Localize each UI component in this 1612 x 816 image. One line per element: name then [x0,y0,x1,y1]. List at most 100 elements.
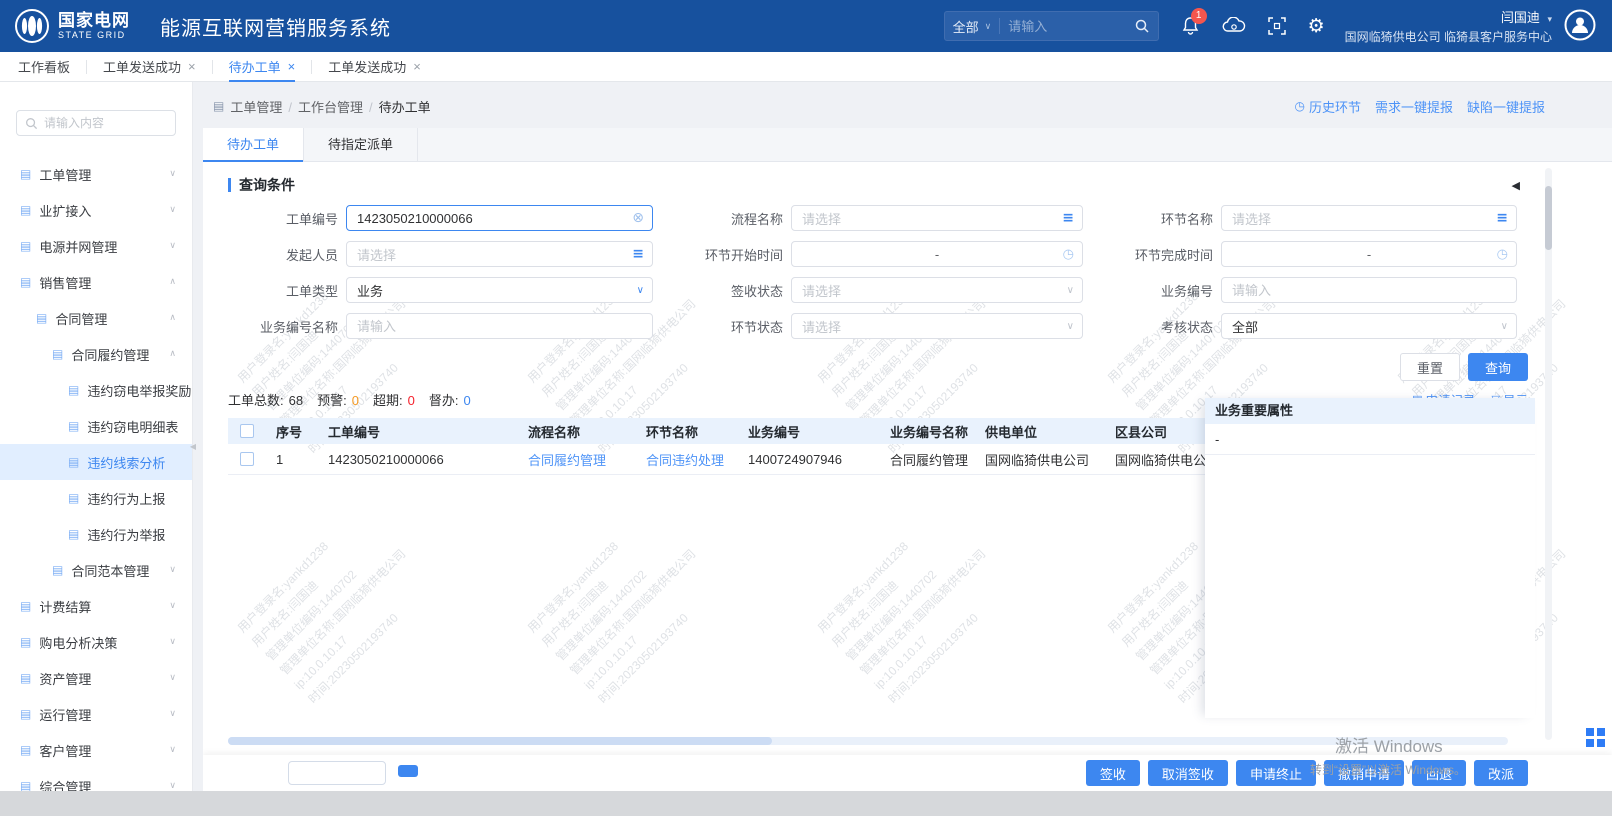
sidebar-item[interactable]: ▤ 业扩接入 ∨ [0,192,192,228]
step-status-select[interactable]: 请选择 ∨ [791,313,1083,339]
sidebar-item[interactable]: ▤ 合同范本管理 ∨ [0,552,192,588]
close-icon[interactable]: × [413,59,421,74]
vertical-scrollbar-thumb[interactable] [1545,186,1552,250]
quick-link[interactable]: ◷ 历史环节 [1294,97,1361,116]
user-menu[interactable]: 闫国迪 ▾ [1345,7,1552,26]
top-tab[interactable]: 工单发送成功 × [328,52,421,82]
collapse-icon[interactable]: ◀ [1512,179,1520,192]
tab-assign-orders[interactable]: 待指定派单 [304,128,419,162]
order-type-select[interactable]: 业务 ∨ [346,277,653,303]
business-number-input[interactable] [1221,277,1517,303]
sidebar-search-input[interactable] [44,116,167,130]
row-cell [228,452,266,466]
fullscreen-button[interactable] [1267,17,1286,35]
list-icon[interactable]: ≡ [1496,210,1508,226]
sidebar-item-label: 客户管理 [39,743,92,759]
top-tab[interactable]: 工单发送成功 × [103,52,196,82]
breadcrumb-item[interactable]: 待办工单 [379,100,431,115]
top-tab[interactable]: 待办工单 × [228,52,296,82]
action-button[interactable]: 改派 [1473,760,1528,786]
sidebar-item[interactable]: ▤ 购电分析决策 ∨ [0,624,192,660]
sidebar-search[interactable] [16,110,176,136]
total-count: 68 [288,393,304,408]
search-button[interactable]: 查询 [1467,353,1528,381]
sidebar-item[interactable]: ▤ 电源并网管理 ∨ [0,228,192,264]
sidebar-item-label: 违约线索分析 [87,455,166,471]
top-tab[interactable]: 工作看板 [18,52,70,82]
breadcrumb-item[interactable]: 工作台管理 [298,100,363,115]
assess-status-select[interactable]: 全部 ∨ [1221,313,1517,339]
process-name-link[interactable]: 合同履约管理 [528,453,606,468]
sidebar-item[interactable]: ▤ 违约行为举报 [0,516,192,552]
list-icon[interactable]: ≡ [632,246,644,262]
clock-icon: ◷ [1496,246,1508,262]
sidebar-item[interactable]: ▤ 违约窃电明细表 [0,408,192,444]
sidebar-item[interactable]: ▤ 客户管理 ∨ [0,732,192,768]
business-number-input-field[interactable] [1232,282,1492,298]
sidebar-item[interactable]: ▤ 违约窃电举报奖励 [0,372,192,408]
close-icon[interactable]: × [288,59,296,74]
quick-link[interactable]: 缺陷一键提报 [1467,97,1545,116]
page-size-select[interactable] [288,761,386,785]
step-start-time-picker[interactable]: - ◷ [791,241,1083,267]
horizontal-scrollbar[interactable] [228,737,1508,745]
field-label: 业务编号 [1160,283,1213,299]
document-icon: ▤ [20,743,32,757]
sidebar-menu: ▤ 工单管理 ∨ ▤ 业扩接入 ∨ ▤ 电源并网管理 ∨ ▤ 销售管理 ∧ ▤ 合同管理 ∧ ▤ 合同履约管理 ∧… [0,156,192,804]
quick-link[interactable]: 需求一键提报 [1375,97,1453,116]
list-icon[interactable]: ≡ [1062,210,1074,226]
notification-badge: 1 [1190,8,1207,24]
grid-widget-icon[interactable] [1586,728,1605,747]
avatar-icon [1564,9,1596,40]
sidebar-item[interactable]: ▤ 合同管理 ∧ [0,300,192,336]
step-name-select[interactable]: 请选择 ≡ [1221,205,1517,231]
sidebar-item[interactable]: ▤ 违约行为上报 [0,480,192,516]
search-scope-select[interactable]: 全部 ∨ [953,17,992,36]
breadcrumb-item[interactable]: 工单管理 [230,100,282,115]
reset-button[interactable]: 重置 [1399,353,1460,381]
placeholder-text: 请选择 [802,319,842,335]
action-button[interactable]: 签收 [1085,760,1140,786]
step-finish-time-picker[interactable]: - ◷ [1221,241,1517,267]
close-icon[interactable]: × [188,59,196,74]
business-name-input[interactable] [346,313,653,339]
action-button[interactable]: 申请终止 [1235,760,1316,786]
row-checkbox[interactable] [240,452,254,466]
sidebar-item[interactable]: ▤ 合同履约管理 ∧ [0,336,192,372]
content-tabs: 待办工单 待指定派单 [203,128,1612,162]
tab-pending-orders[interactable]: 待办工单 [203,128,305,162]
table-cell: - [1205,424,1535,455]
avatar[interactable] [1564,9,1596,44]
search-icon[interactable] [1134,18,1150,34]
sidebar-item[interactable]: ▤ 资产管理 ∨ [0,660,192,696]
sidebar-collapse-icon[interactable]: ◀ [190,442,196,451]
initiator-select[interactable]: 请选择 ≡ [346,241,653,267]
horizontal-scrollbar-thumb[interactable] [228,737,772,745]
sidebar-item[interactable]: ▤ 违约线索分析 [0,444,192,480]
sidebar-item[interactable]: ▤ 运行管理 ∨ [0,696,192,732]
action-button[interactable]: 取消签收 [1147,760,1228,786]
clock-icon: ◷ [1062,246,1074,262]
vertical-scrollbar[interactable] [1545,168,1552,740]
watermark: 用户登录名:yankd1238用户姓名:闫国迪管理单位编码:1440702管理单… [524,539,699,707]
field-label: 业务编号名称 [259,319,338,335]
clear-icon[interactable]: ⊗ [632,210,644,226]
sidebar-item[interactable]: ▤ 计费结算 ∨ [0,588,192,624]
settings-button[interactable]: ⚙ [1308,16,1325,36]
order-number-input[interactable]: ⊗ [346,205,653,231]
page-button[interactable] [398,765,418,777]
sidebar-item[interactable]: ▤ 工单管理 ∨ [0,156,192,192]
step-name-link[interactable]: 合同违约处理 [646,453,724,468]
row-cell: 合同履约管理 [890,452,969,468]
select-all-checkbox[interactable] [240,424,254,438]
action-button[interactable]: 撤销申请 [1323,760,1404,786]
header-cell: 流程名称 [528,424,581,440]
business-name-input-field[interactable] [357,318,628,334]
global-search-input[interactable] [1008,18,1134,34]
sign-status-select[interactable]: 请选择 ∨ [791,277,1083,303]
process-name-select[interactable]: 请选择 ≡ [791,205,1083,231]
sidebar-item[interactable]: ▤ 销售管理 ∧ [0,264,192,300]
order-number-input-field[interactable] [357,210,628,226]
notifications-button[interactable]: 1 [1181,8,1207,36]
cloud-sync-button[interactable] [1222,17,1246,35]
